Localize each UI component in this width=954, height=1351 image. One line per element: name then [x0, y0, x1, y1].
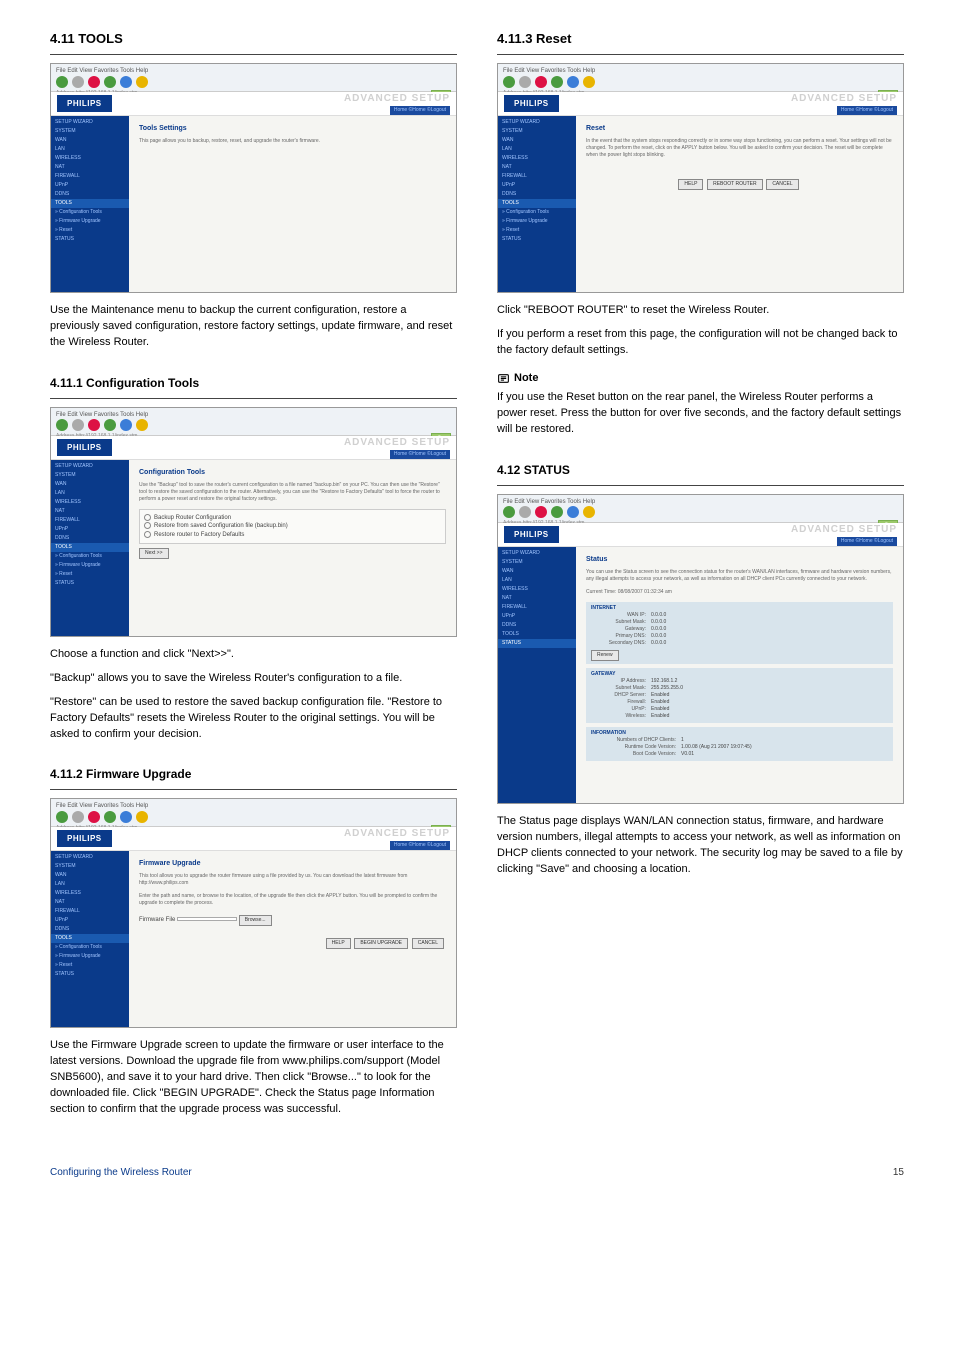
stop-icon	[88, 76, 100, 88]
section-411-title: 4.11 TOOLS	[50, 30, 457, 48]
note-text: If you use the Reset button on the rear …	[497, 390, 904, 438]
screenshot-tools: File Edit View Favorites Tools Help Addr…	[50, 63, 457, 293]
cancel-button: CANCEL	[412, 938, 444, 949]
current-time-value: 08/08/2007 01:32:34 am	[618, 589, 672, 595]
radio-icon	[144, 531, 151, 538]
note-heading: Note	[497, 371, 904, 386]
body-text: The Status page displays WAN/LAN connect…	[497, 814, 904, 878]
sidebar-item: WAN	[51, 136, 129, 145]
begin-upgrade-button: BEGIN UPGRADE	[354, 938, 408, 949]
sidebar-nav: SETUP WIZARDSYSTEMWANLANWIRELESSNATFIREW…	[51, 460, 129, 636]
body-text: Use the Maintenance menu to backup the c…	[50, 303, 457, 351]
sidebar-nav: SETUP WIZARD SYSTEM WAN LAN WIRELESS NAT…	[51, 116, 129, 292]
current-time-label: Current Time:	[586, 589, 616, 595]
opt-backup: Backup Router Configuration	[154, 515, 231, 521]
firmware-panel: Firmware Upgrade This tool allows you to…	[129, 851, 456, 1027]
body-text: "Restore" can be used to restore the sav…	[50, 695, 457, 743]
body-text: Use the Firmware Upgrade screen to updat…	[50, 1038, 457, 1118]
note-label: Note	[514, 371, 538, 386]
internet-block: INTERNET WAN IP:0.0.0.0 Subnet Mask:0.0.…	[586, 602, 893, 664]
cancel-button: CANCEL	[766, 179, 798, 190]
browser-chrome: File Edit View Favorites Tools Help Addr…	[51, 64, 456, 92]
browser-menu: File Edit View Favorites Tools Help	[56, 67, 451, 75]
gateway-heading: GATEWAY	[591, 671, 888, 678]
philips-logo: PHILIPS	[57, 439, 112, 456]
section-412-title: 4.12 STATUS	[497, 462, 904, 479]
section-4112-title: 4.11.2 Firmware Upgrade	[50, 766, 457, 783]
rule	[50, 54, 457, 55]
sidebar-item: DDNS	[51, 190, 129, 199]
browser-toolbar	[56, 76, 451, 88]
body-text: "Backup" allows you to save the Wireless…	[50, 671, 457, 687]
sidebar-item-tools: TOOLS	[51, 199, 129, 208]
sidebar-item: » Reset	[51, 226, 129, 235]
sidebar-item: WIRELESS	[51, 154, 129, 163]
panel-title: Tools Settings	[139, 124, 446, 134]
help-button: HELP	[326, 938, 351, 949]
firmware-file-field	[177, 917, 237, 921]
rule	[497, 485, 904, 486]
footer-section-name: Configuring the Wireless Router	[50, 1166, 192, 1180]
next-button: Next >>	[139, 548, 169, 559]
information-heading: INFORMATION	[591, 730, 888, 737]
radio-icon	[144, 514, 151, 521]
section-4111-title: 4.11.1 Configuration Tools	[50, 375, 457, 392]
sidebar-item: » Configuration Tools	[51, 208, 129, 217]
screenshot-firmware: File Edit View Favorites Tools Help Addr…	[50, 798, 457, 1028]
body-text: Choose a function and click "Next>>".	[50, 647, 457, 663]
sidebar-item: SYSTEM	[51, 127, 129, 136]
sidebar-item: FIREWALL	[51, 172, 129, 181]
reset-panel: Reset In the event that the system stops…	[576, 116, 903, 292]
page-footer: Configuring the Wireless Router 15	[50, 1166, 904, 1180]
screenshot-config-tools: File Edit View Favorites Tools Help Addr…	[50, 407, 457, 637]
fav-icon	[136, 76, 148, 88]
back-icon	[56, 76, 68, 88]
sidebar-item: SETUP WIZARD	[51, 118, 129, 127]
sidebar-item: LAN	[51, 145, 129, 154]
body-text: Click "REBOOT ROUTER" to reset the Wirel…	[497, 303, 904, 319]
home-icon	[120, 76, 132, 88]
reboot-router-button: REBOOT ROUTER	[707, 179, 763, 190]
home-logout-link: Home ©Home ©Logout	[390, 106, 450, 115]
screenshot-status: File Edit View Favorites Tools Help Addr…	[497, 494, 904, 804]
browse-button: Browse...	[239, 915, 272, 926]
refresh-icon	[104, 76, 116, 88]
config-tools-panel: Configuration Tools Use the "Backup" too…	[129, 460, 456, 636]
body-text: If you perform a reset from this page, t…	[497, 327, 904, 359]
renew-button: Renew	[591, 650, 619, 661]
tools-panel: Tools Settings This page allows you to b…	[129, 116, 456, 292]
rule	[50, 789, 457, 790]
help-button: HELP	[678, 179, 703, 190]
section-4113-title: 4.11.3 Reset	[497, 30, 904, 48]
sidebar-item: » Firmware Upgrade	[51, 217, 129, 226]
page-number: 15	[893, 1166, 904, 1180]
panel-text: This page allows you to backup, restore,…	[139, 138, 446, 145]
fwd-icon	[72, 76, 84, 88]
rule	[497, 54, 904, 55]
sidebar-item: UPnP	[51, 181, 129, 190]
internet-heading: INTERNET	[591, 605, 888, 612]
sidebar-item: STATUS	[51, 235, 129, 244]
app-header: PHILIPS ADVANCED SETUP Home ©Home ©Logou…	[51, 92, 456, 116]
information-block: INFORMATION Numbers of DHCP Clients:1 Ru…	[586, 727, 893, 761]
opt-defaults: Restore router to Factory Defaults	[154, 532, 244, 538]
screenshot-reset: File Edit View Favorites Tools Help Addr…	[497, 63, 904, 293]
opt-restore: Restore from saved Configuration file (b…	[154, 523, 288, 529]
gateway-block: GATEWAY IP Address:192.168.1.2 Subnet Ma…	[586, 668, 893, 723]
status-panel: Status You can use the Status screen to …	[576, 547, 903, 803]
firmware-file-label: Firmware File	[139, 917, 175, 923]
radio-icon	[144, 522, 151, 529]
sidebar-item: NAT	[51, 163, 129, 172]
philips-logo: PHILIPS	[57, 95, 112, 112]
rule	[50, 398, 457, 399]
note-icon	[497, 372, 510, 385]
browser-chrome: File Edit View Favorites Tools Help Addr…	[51, 408, 456, 436]
advanced-setup-label: ADVANCED SETUP	[344, 92, 450, 106]
